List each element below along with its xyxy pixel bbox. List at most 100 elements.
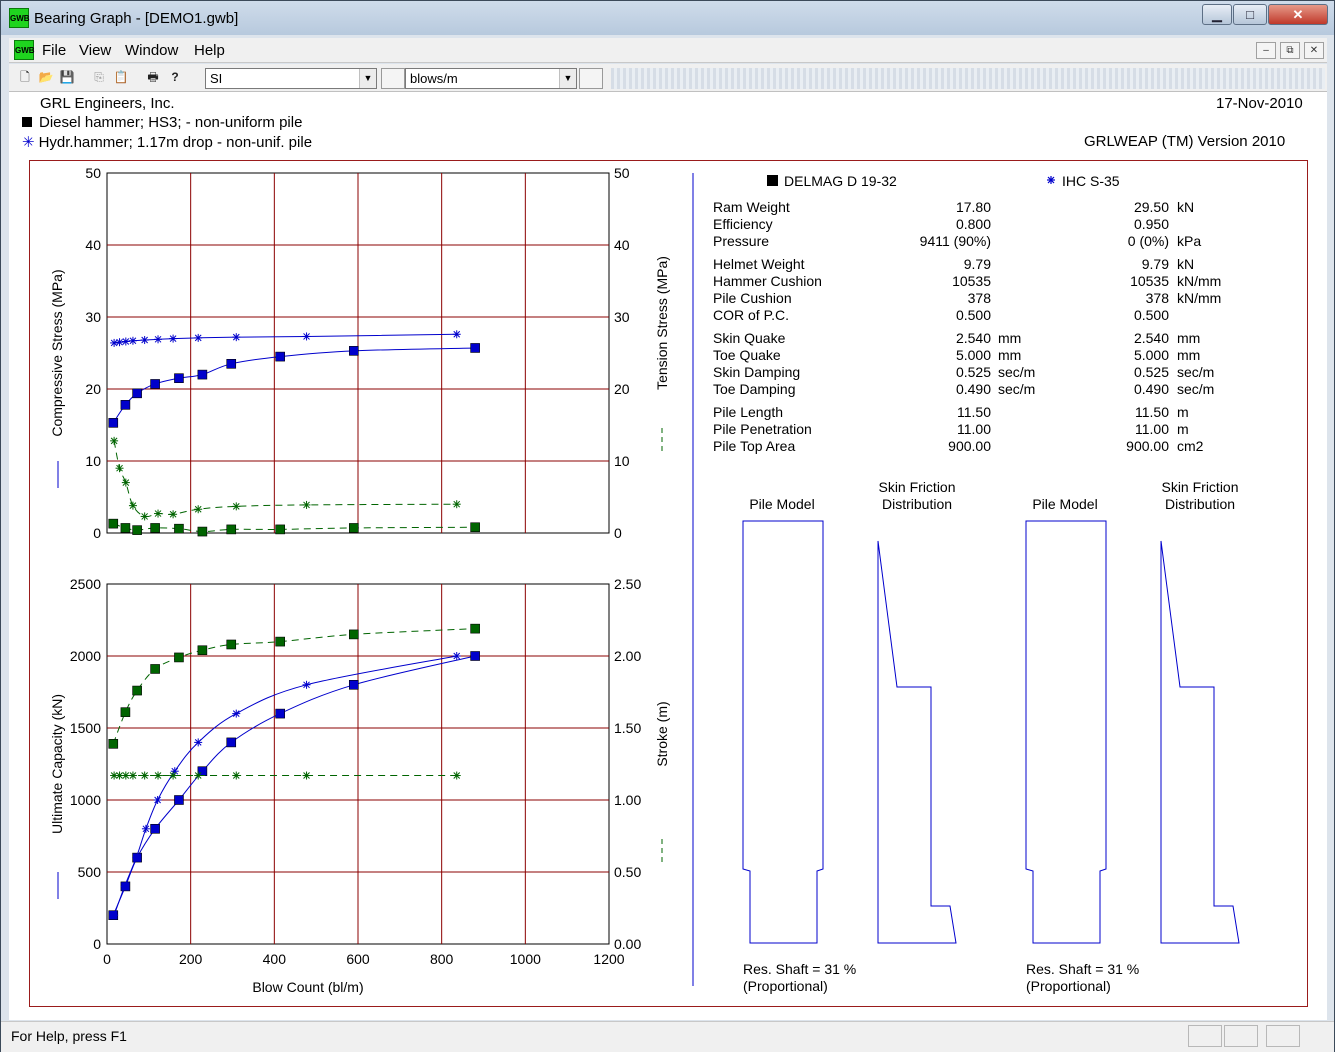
param-label: Skin Quake: [713, 330, 786, 346]
data-point-square: [132, 388, 142, 399]
pile-model-title: Pile Model: [1032, 496, 1097, 512]
mdi-close-button[interactable]: ✕: [1304, 42, 1324, 59]
copy-icon[interactable]: ⎘: [89, 67, 109, 87]
save-icon[interactable]: 💾: [57, 67, 77, 87]
menu-window[interactable]: Window: [125, 42, 178, 59]
legend-diesel: Diesel hammer; HS3; - non-uniform pile: [22, 114, 302, 131]
legend-hydraulic: ✳ Hydr.hammer; 1.17m drop - non-unif. pil…: [22, 133, 312, 151]
company-name: GRL Engineers, Inc.: [40, 95, 175, 112]
data-point-square: [349, 523, 359, 533]
y2-tick-label: 1.50: [614, 720, 641, 736]
param-unit-2: sec/m: [1177, 381, 1214, 397]
param-value-1: 9.79: [964, 256, 991, 272]
param-unit-1: sec/m: [998, 381, 1035, 397]
data-point-square: [470, 651, 480, 661]
param-label: Pile Length: [713, 404, 783, 420]
skin-friction-subtitle: Distribution: [882, 496, 952, 512]
param-label: COR of P.C.: [713, 307, 789, 323]
y2-tick-label: 30: [614, 309, 630, 325]
blows-select-value: blows/m: [410, 71, 458, 86]
hammer1-name: DELMAG D 19-32: [784, 173, 897, 189]
param-value-2: 2.540: [1134, 330, 1169, 346]
param-value-1: 17.80: [956, 199, 991, 215]
minimize-button[interactable]: ▁: [1202, 4, 1232, 25]
param-label: Toe Damping: [713, 381, 796, 397]
param-unit-2: sec/m: [1177, 364, 1214, 380]
data-point-square: [275, 636, 285, 647]
graph-frame: 0 10 20 30 40 50 0 10 20 30 40 50 Compressive Stress…: [29, 160, 1308, 1007]
data-point-square: [275, 708, 285, 719]
data-point-square: [174, 523, 184, 534]
paste-icon[interactable]: 📋: [111, 67, 131, 87]
x-tick-label: 1200: [593, 951, 624, 967]
data-point-square: [174, 652, 184, 663]
chevron-down-icon[interactable]: ▼: [559, 69, 576, 88]
data-point-square: [174, 373, 184, 383]
report-date: 17-Nov-2010: [1216, 95, 1303, 112]
data-point-star: [110, 911, 119, 920]
data-point-star: [140, 336, 149, 345]
param-label: Pile Cushion: [713, 290, 792, 306]
y2-tick-label: 0.50: [614, 864, 641, 880]
y2-tick-label: 1.00: [614, 792, 641, 808]
data-point-square: [132, 525, 142, 535]
data-point-star: [121, 337, 130, 346]
mdi-restore-button[interactable]: ⧉: [1280, 42, 1300, 59]
series-line-capacity-2: [112, 628, 476, 745]
data-point-star: [154, 335, 163, 344]
units-select-value: SI: [210, 71, 223, 86]
param-label: Pile Penetration: [713, 421, 812, 437]
x-tick-label: 600: [346, 951, 370, 967]
mdi-child-icon[interactable]: GWB: [14, 40, 35, 60]
data-point-star: [194, 333, 203, 342]
data-point-square: [197, 645, 208, 656]
data-point-star: [115, 338, 124, 347]
data-point-square: [150, 379, 160, 389]
data-point-star: [232, 333, 241, 342]
param-unit-2: m: [1177, 421, 1189, 437]
data-point-square: [120, 707, 131, 717]
param-value-2: 0.525: [1134, 364, 1169, 380]
chevron-down-icon[interactable]: ▼: [359, 69, 376, 88]
param-unit-2: kN: [1177, 199, 1194, 215]
y2-tick-label: 20: [614, 381, 630, 397]
data-point-star: [194, 771, 203, 780]
data-point-star: [110, 436, 119, 445]
y-tick-label: 0: [93, 936, 101, 952]
param-label: Ram Weight: [713, 199, 790, 215]
menu-help[interactable]: Help: [194, 42, 225, 59]
param-value-1: 0.490: [956, 381, 991, 397]
y-axis-label: Ultimate Capacity (kN): [49, 694, 65, 834]
data-point-star: [232, 502, 241, 511]
x-tick-label: 800: [430, 951, 454, 967]
param-value-1: 0.500: [956, 307, 991, 323]
data-point-square: [470, 522, 480, 533]
close-button[interactable]: ✕: [1268, 4, 1328, 25]
status-pane-1: [1188, 1025, 1222, 1047]
status-text: For Help, press F1: [11, 1028, 127, 1044]
data-point-square: [174, 795, 184, 805]
param-value-1: 900.00: [948, 438, 991, 454]
units-spacer-button[interactable]: [381, 68, 405, 89]
print-icon[interactable]: 🖶: [143, 67, 163, 87]
open-icon[interactable]: 📂: [36, 67, 56, 87]
y-tick-label: 0: [93, 525, 101, 541]
menu-file[interactable]: File: [42, 42, 66, 59]
blows-select[interactable]: blows/m ▼: [405, 68, 577, 89]
new-icon[interactable]: 🗋: [15, 67, 35, 87]
pile-model-outline: [1025, 520, 1107, 944]
param-label: Skin Damping: [713, 364, 800, 380]
param-value-1: 0.800: [956, 216, 991, 232]
toolbar-strip: [611, 68, 1325, 89]
title-bar[interactable]: GWB Bearing Graph - [DEMO1.gwb] ▁ □ ✕: [1, 1, 1334, 35]
units-select[interactable]: SI ▼: [205, 68, 377, 89]
data-point-star: [121, 771, 130, 780]
param-value-1: 0.525: [956, 364, 991, 380]
blows-spacer-button[interactable]: [579, 68, 603, 89]
param-value-2: 11.50: [1135, 404, 1169, 420]
maximize-button[interactable]: □: [1233, 4, 1267, 25]
help-icon[interactable]: ?: [165, 67, 185, 87]
mdi-minimize-button[interactable]: ‒: [1256, 42, 1276, 59]
menu-view[interactable]: View: [79, 42, 111, 59]
y-tick-label: 30: [85, 309, 101, 325]
